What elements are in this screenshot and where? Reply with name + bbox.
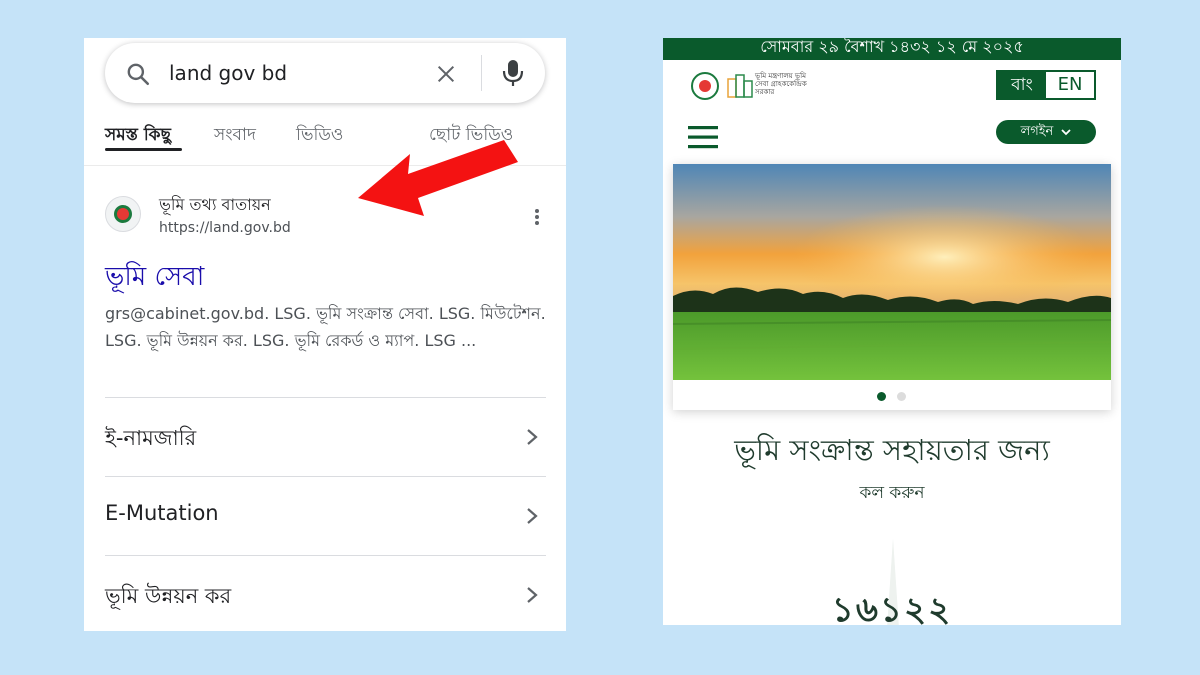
lang-bangla-button[interactable]: বাং (998, 72, 1046, 98)
search-bar[interactable]: land gov bd (105, 43, 545, 103)
hamburger-menu-icon[interactable] (688, 124, 718, 150)
search-icon[interactable] (125, 61, 151, 87)
google-search-panel: land gov bd সমস্ত কিছু সংবাদ ভিডিও ছোট ভ… (84, 38, 566, 631)
hero-landscape-image (673, 164, 1111, 380)
sitelink-label: E-Mutation (105, 501, 219, 525)
sitelink-land-tax[interactable]: ভূমি উন্নয়ন কর (105, 555, 546, 631)
govt-seal-logo (691, 72, 719, 100)
sitelink-label: ভূমি উন্নয়ন কর (105, 584, 232, 608)
result-snippet: grs@cabinet.gov.bd. LSG. ভূমি সংক্রান্ত … (105, 304, 546, 350)
login-button[interactable]: লগইন (996, 120, 1096, 144)
chevron-right-icon (527, 587, 538, 603)
slider-dot-active[interactable] (877, 392, 886, 401)
login-label: লগইন (1020, 124, 1054, 139)
sitelink-e-mutation[interactable]: E-Mutation (105, 476, 546, 555)
red-arrow-annotation (358, 140, 518, 216)
tab-news[interactable]: সংবাদ (214, 122, 256, 150)
help-subtitle: কল করুন (859, 483, 925, 503)
tab-all[interactable]: সমস্ত কিছু (105, 122, 171, 150)
slider-dot[interactable] (897, 392, 906, 401)
sitelink-e-namjari[interactable]: ই-নামজারি (105, 397, 546, 476)
tab-videos[interactable]: ভিডিও (296, 122, 343, 150)
lang-english-button[interactable]: EN (1046, 72, 1094, 98)
logo-text: ভূমি মন্ত্রণালয় ভূমি সেবা গ্রাহককেন্দ্র… (755, 72, 807, 96)
search-divider (481, 55, 482, 91)
site-favicon (105, 196, 141, 232)
land-service-logo-icon (727, 74, 753, 98)
date-bar: সোমবার ২৯ বৈশাখ ১৪৩২ ১২ মে ২০২৫ (663, 38, 1121, 60)
language-switch[interactable]: বাং EN (996, 70, 1096, 100)
result-site-name[interactable]: ভূমি তথ্য বাতায়ন (159, 192, 271, 219)
search-query[interactable]: land gov bd (169, 61, 287, 85)
hero-slider[interactable] (673, 164, 1111, 410)
more-vert-icon[interactable] (534, 208, 540, 226)
chevron-down-icon (1061, 128, 1072, 135)
clear-icon[interactable] (435, 63, 457, 85)
chevron-right-icon (527, 429, 538, 445)
result-title-link[interactable]: ভূমি সেবা (105, 256, 204, 300)
help-title: ভূমি সংক্রান্ত সহায়তার জন্য (734, 433, 1050, 467)
hotline-number[interactable]: ১৬১২২ (663, 584, 1121, 625)
chevron-right-icon (527, 508, 538, 524)
active-tab-indicator (105, 148, 182, 151)
mic-icon[interactable] (502, 59, 524, 87)
result-url[interactable]: https://land.gov.bd (159, 220, 291, 236)
sitelink-label: ই-নামজারি (105, 426, 197, 450)
land-site-panel: সোমবার ২৯ বৈশাখ ১৪৩২ ১২ মে ২০২৫ ভূমি মন্… (663, 38, 1121, 625)
site-logo[interactable]: ভূমি মন্ত্রণালয় ভূমি সেবা গ্রাহককেন্দ্র… (691, 72, 807, 102)
